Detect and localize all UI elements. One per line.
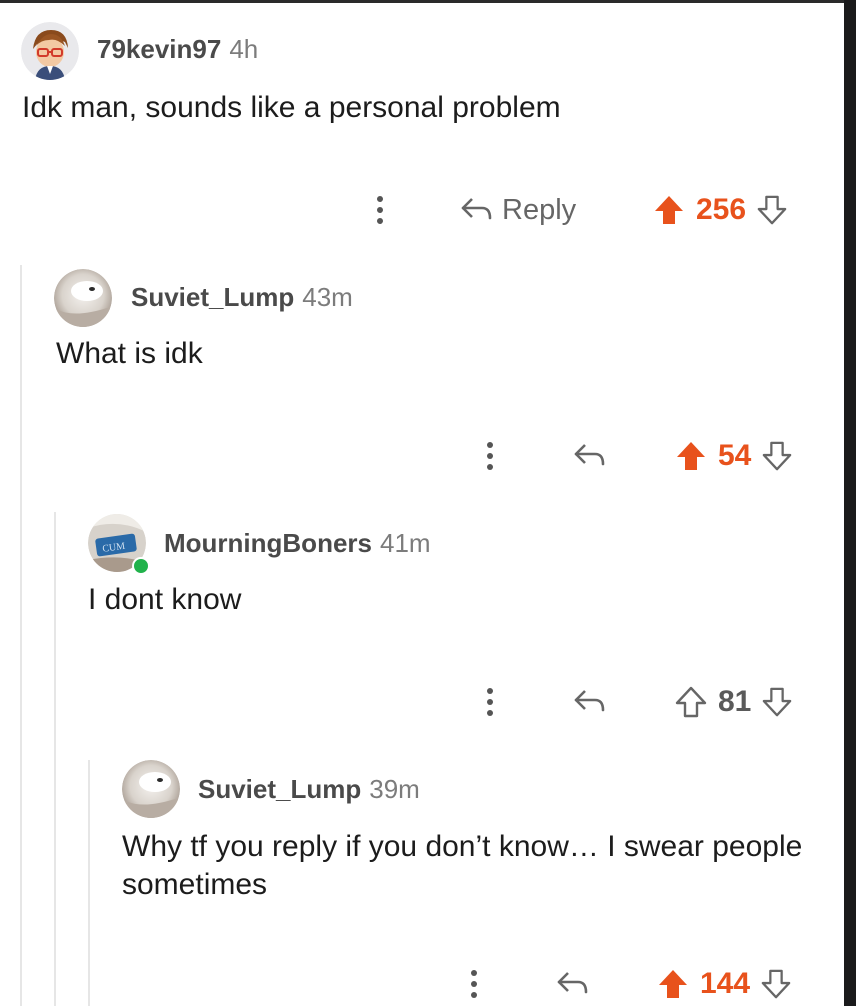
downvote-icon[interactable]: [760, 968, 792, 1000]
timestamp: 39m: [369, 773, 420, 804]
more-options-button[interactable]: [462, 964, 486, 1004]
more-vertical-icon: [487, 688, 493, 716]
vote-score: 81: [718, 685, 752, 718]
upvote-filled-icon[interactable]: [652, 193, 686, 227]
upvote-filled-icon[interactable]: [674, 439, 708, 473]
more-options-button[interactable]: [368, 190, 392, 230]
reply-button[interactable]: [573, 682, 607, 722]
downvote-icon[interactable]: [761, 440, 793, 472]
reply-arrow-icon: [557, 972, 588, 994]
reply-button[interactable]: [573, 436, 607, 476]
timestamp: 4h: [229, 33, 259, 64]
comment-body: I dont know: [88, 583, 242, 616]
comment-actions: 54: [0, 436, 844, 476]
cartoon-boy-avatar[interactable]: [21, 22, 79, 80]
comment-body: Why tf you reply if you don’t know… I sw…: [122, 830, 803, 901]
reply-arrow-icon: [574, 444, 605, 466]
username[interactable]: MourningBoners: [164, 528, 372, 559]
reply-label: Reply: [502, 193, 577, 226]
more-options-button[interactable]: [478, 436, 502, 476]
reply-arrow-icon: [574, 690, 605, 712]
reply-arrow-icon: [461, 198, 492, 220]
online-status-indicator: [132, 557, 150, 575]
timestamp: 43m: [302, 281, 353, 312]
vote-controls: 144: [656, 964, 792, 1004]
username[interactable]: 79kevin97: [97, 34, 221, 65]
comment-body: What is idk: [56, 337, 203, 370]
vote-score: 144: [700, 967, 751, 1000]
comment-actions: 144: [0, 964, 844, 1004]
comment-body: Idk man, sounds like a personal problem: [22, 91, 561, 124]
reply-button[interactable]: Reply: [460, 190, 576, 230]
reply-button[interactable]: [556, 964, 590, 1004]
comment-actions: 81: [0, 682, 844, 722]
comment-meta: Suviet_Lump 43m: [131, 280, 353, 314]
timestamp: 41m: [380, 527, 431, 558]
comment-mourningboners: CUM MourningBoners 41m I dont know 81: [0, 500, 844, 750]
vote-score: 256: [696, 193, 747, 226]
comment-79kevin97: 79kevin97 4h Idk man, sounds like a pers…: [0, 0, 844, 250]
more-options-button[interactable]: [478, 682, 502, 722]
comment-suviet-lump-1: Suviet_Lump 43m What is idk 54: [0, 250, 844, 500]
more-vertical-icon: [377, 196, 383, 224]
possum-photo-avatar[interactable]: [122, 760, 180, 818]
comment-meta: 79kevin97 4h: [97, 32, 258, 66]
more-vertical-icon: [471, 970, 477, 998]
username[interactable]: Suviet_Lump: [198, 774, 361, 805]
window-right-edge: [844, 0, 856, 1006]
vote-score: 54: [718, 439, 752, 472]
upvote-filled-icon[interactable]: [656, 967, 690, 1001]
downvote-icon[interactable]: [756, 194, 788, 226]
username[interactable]: Suviet_Lump: [131, 282, 294, 313]
comment-actions: Reply 256: [0, 190, 844, 230]
upvote-icon[interactable]: [674, 685, 708, 719]
vote-controls: 54: [674, 436, 793, 476]
possum-photo-avatar[interactable]: [54, 269, 112, 327]
comment-meta: MourningBoners 41m: [164, 526, 431, 560]
downvote-icon[interactable]: [761, 686, 793, 718]
more-vertical-icon: [487, 442, 493, 470]
vote-controls: 81: [674, 682, 793, 722]
vote-controls: 256: [652, 190, 788, 230]
comment-meta: Suviet_Lump 39m: [198, 772, 420, 806]
comment-suviet-lump-2: Suviet_Lump 39m Why tf you reply if you …: [0, 750, 844, 1006]
